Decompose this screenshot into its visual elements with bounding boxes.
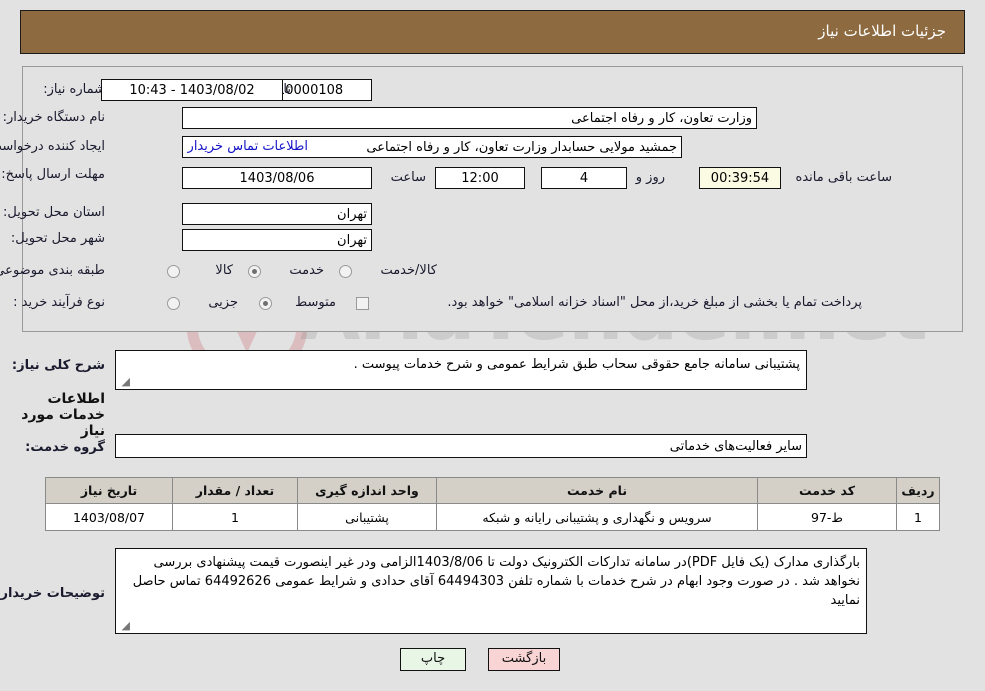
deadline-time-value: 12:00 <box>435 167 525 189</box>
delivery-city-value: تهران <box>182 229 372 251</box>
process-option-motavasset-label: متوسط <box>295 295 336 310</box>
table-header-row: ردیف کد خدمت نام خدمت واحد اندازه گیری ت… <box>45 477 940 504</box>
cell-date: 1403/08/07 <box>45 503 173 531</box>
remaining-days-value: 4 <box>541 167 627 189</box>
delivery-province-value: تهران <box>182 203 372 225</box>
category-radio-kala-khedmat[interactable] <box>339 265 352 278</box>
category-radio-kala[interactable] <box>167 265 180 278</box>
cell-qty: 1 <box>172 503 298 531</box>
page-root: AriaTender.net جزئیات اطلاعات نیاز شماره… <box>0 0 985 691</box>
announce-datetime-value: 1403/08/02 - 10:43 <box>101 79 283 101</box>
need-summary-textarea[interactable]: پشتیبانی سامانه جامع حقوقی سحاب طبق شرای… <box>115 350 807 390</box>
buyer-org-label: نام دستگاه خریدار: <box>2 110 105 125</box>
services-table: ردیف کد خدمت نام خدمت واحد اندازه گیری ت… <box>45 477 940 531</box>
need-number-label: شماره نیاز: <box>43 82 105 97</box>
col-unit: واحد اندازه گیری <box>297 477 437 504</box>
deadline-label: مهلت ارسال پاسخ: تا تاریخ: <box>0 167 105 182</box>
delivery-province-label: استان محل تحویل: <box>3 205 105 220</box>
page-title: جزئیات اطلاعات نیاز <box>818 22 946 40</box>
days-separator-label: روز و <box>635 170 665 185</box>
need-summary-text: پشتیبانی سامانه جامع حقوقی سحاب طبق شرای… <box>353 357 800 372</box>
cell-code: ط-97 <box>757 503 897 531</box>
countdown-value: 00:39:54 <box>699 167 781 189</box>
col-date: تاریخ نیاز <box>45 477 173 504</box>
buyer-org-value: وزارت تعاون، کار و رفاه اجتماعی <box>182 107 757 129</box>
category-option-khedmat-label: خدمت <box>289 263 324 278</box>
services-table-wrap: ردیف کد خدمت نام خدمت واحد اندازه گیری ت… <box>45 477 940 531</box>
cell-unit: پشتیبانی <box>297 503 437 531</box>
resize-grip-icon[interactable]: ◢ <box>118 376 130 388</box>
service-group-value: سایر فعالیت‌های خدماتی <box>115 434 807 458</box>
buyer-notes-textarea[interactable]: بارگذاری مدارک (یک فایل PDF)در سامانه تد… <box>115 548 867 634</box>
buyer-notes-text: بارگذاری مدارک (یک فایل PDF)در سامانه تد… <box>132 555 860 608</box>
process-radio-jozei[interactable] <box>167 297 180 310</box>
requester-label: ایجاد کننده درخواست: <box>0 139 105 154</box>
process-radio-motavasset[interactable] <box>259 297 272 310</box>
services-section-heading: اطلاعات خدمات مورد نیاز <box>21 391 105 439</box>
need-summary-label: شرح کلی نیاز: <box>11 358 105 373</box>
col-code: کد خدمت <box>757 477 897 504</box>
hour-label: ساعت <box>390 170 426 185</box>
col-row: ردیف <box>896 477 940 504</box>
back-button[interactable]: بازگشت <box>488 648 560 671</box>
delivery-city-label: شهر محل تحویل: <box>10 231 105 246</box>
buyer-contact-link[interactable]: اطلاعات تماس خریدار <box>188 139 308 154</box>
category-option-kala-label: کالا <box>215 263 233 278</box>
service-group-label: گروه خدمت: <box>25 440 105 455</box>
category-label: طبقه بندی موضوعی: <box>0 263 105 278</box>
need-info-panel <box>22 66 963 332</box>
col-qty: تعداد / مقدار <box>172 477 298 504</box>
cell-name: سرویس و نگهداری و پشتیبانی رایانه و شبکه <box>436 503 758 531</box>
treasury-bonds-label: پرداخت تمام یا بخشی از مبلغ خرید،از محل … <box>447 295 862 310</box>
print-button[interactable]: چاپ <box>400 648 466 671</box>
deadline-date-value: 1403/08/06 <box>182 167 372 189</box>
process-type-label: نوع فرآیند خرید : <box>13 295 105 310</box>
category-radio-khedmat[interactable] <box>248 265 261 278</box>
buyer-notes-label: توضیحات خریدار: <box>0 586 105 601</box>
remaining-time-label: ساعت باقی مانده <box>795 170 892 185</box>
category-option-kala-khedmat-label: کالا/خدمت <box>380 263 437 278</box>
page-title-bar: جزئیات اطلاعات نیاز <box>20 10 965 54</box>
treasury-bonds-checkbox[interactable] <box>356 297 369 310</box>
cell-row: 1 <box>896 503 940 531</box>
resize-grip-icon-2[interactable]: ◢ <box>118 620 130 632</box>
process-option-jozei-label: جزیی <box>208 295 238 310</box>
table-row[interactable]: 1 ط-97 سرویس و نگهداری و پشتیبانی رایانه… <box>45 503 940 531</box>
col-name: نام خدمت <box>436 477 758 504</box>
